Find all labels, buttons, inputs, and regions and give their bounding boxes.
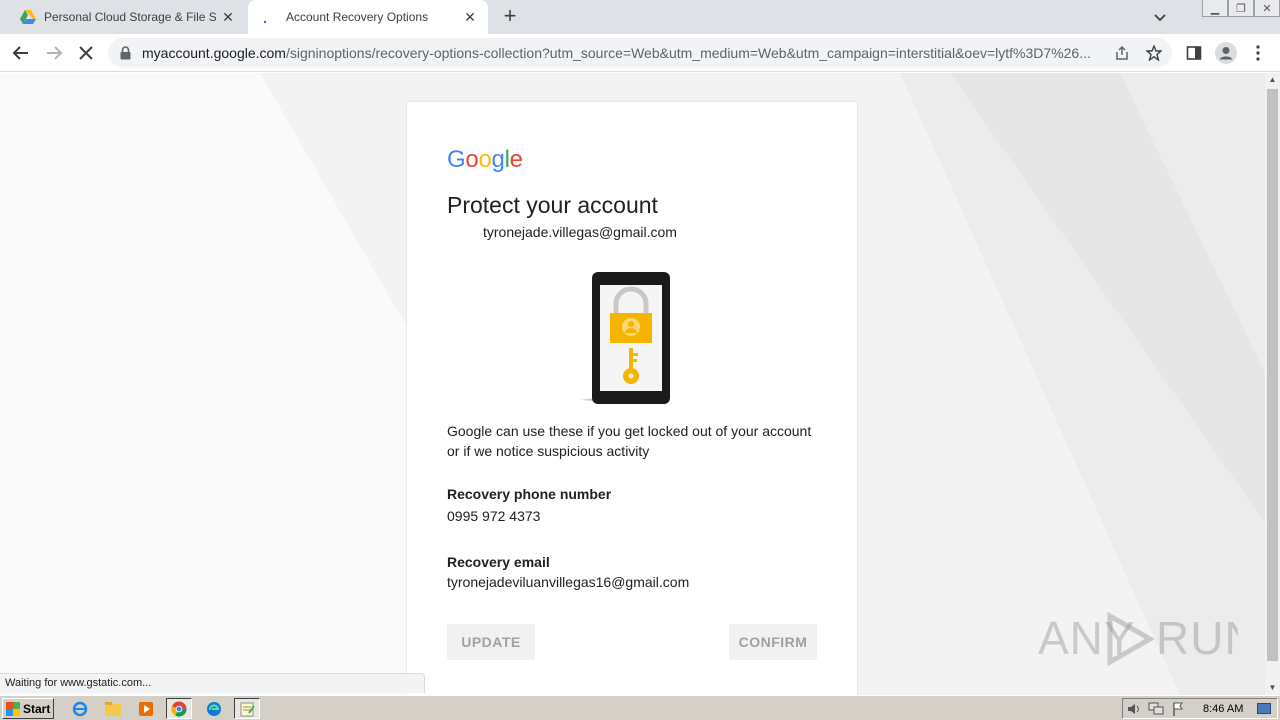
scroll-down-arrow-icon[interactable]: ▼ [1265, 681, 1280, 695]
start-button[interactable]: Start [2, 698, 54, 719]
stop-loading-icon[interactable] [74, 41, 98, 65]
recovery-email-value: tyronejadeviluanvillegas16@gmail.com [447, 574, 690, 590]
internet-explorer-icon[interactable] [67, 698, 93, 719]
url-text: myaccount.google.com/signinoptions/recov… [142, 45, 1102, 61]
show-desktop-icon[interactable] [1253, 701, 1275, 717]
logo-letter: G [447, 146, 466, 173]
logo-letter: o [478, 146, 492, 173]
vertical-scrollbar[interactable]: ▲ ▼ [1265, 73, 1280, 695]
browser-status-bar: Waiting for www.gstatic.com... [0, 673, 425, 693]
windows-logo-icon [6, 701, 20, 716]
close-window-button[interactable]: ✕ [1254, 0, 1280, 17]
profile-avatar-icon[interactable] [1214, 41, 1238, 65]
loading-spinner-icon [262, 9, 278, 25]
logo-letter: e [509, 146, 523, 173]
forward-arrow-icon[interactable] [42, 41, 66, 65]
start-label: Start [23, 701, 51, 716]
page-title: Protect your account [447, 192, 658, 218]
anyrun-watermark: ANY RUN [1038, 606, 1238, 672]
clock: 8:46 AM [1203, 702, 1244, 715]
scroll-up-arrow-icon[interactable]: ▲ [1265, 73, 1280, 87]
google-drive-icon [20, 9, 36, 25]
side-panel-icon[interactable] [1182, 41, 1206, 65]
minimize-button[interactable]: ▁ [1202, 0, 1228, 17]
recovery-phone-value: 0995 972 4373 [447, 508, 541, 524]
tab-search-chevron-icon[interactable] [1150, 8, 1170, 28]
url-domain: myaccount.google.com [142, 45, 286, 61]
volume-icon[interactable] [1123, 701, 1145, 717]
media-player-icon[interactable] [133, 698, 159, 719]
share-icon[interactable] [1110, 41, 1134, 65]
recovery-phone-label: Recovery phone number [447, 486, 612, 502]
update-button[interactable]: UPDATE [447, 624, 535, 660]
tab-account-recovery-options[interactable]: Account Recovery Options ✕ [248, 0, 488, 34]
google-logo: Google [447, 146, 523, 174]
scroll-thumb[interactable] [1267, 89, 1278, 661]
recovery-description: Google can use these if you get locked o… [447, 423, 812, 459]
browser-toolbar: myaccount.google.com/signinoptions/recov… [0, 34, 1280, 72]
url-path: /signinoptions/recovery-options-collecti… [285, 45, 1091, 61]
account-email: tyronejade.villegas@gmail.com [483, 224, 677, 240]
svg-text:RUN: RUN [1156, 612, 1238, 664]
window-controls: ▁ ❐ ✕ [1202, 0, 1280, 18]
action-center-flag-icon[interactable] [1167, 701, 1189, 717]
notepad-icon[interactable] [234, 698, 260, 719]
recovery-email-label: Recovery email [447, 554, 550, 570]
file-explorer-icon[interactable] [100, 698, 126, 719]
confirm-button[interactable]: CONFIRM [729, 624, 817, 660]
phone-lock-illustration-icon [580, 272, 670, 404]
close-tab-icon[interactable]: ✕ [458, 5, 482, 29]
lock-icon[interactable] [120, 46, 134, 60]
system-tray: 8:46 AM [1122, 698, 1278, 719]
back-arrow-icon[interactable] [9, 41, 33, 65]
new-tab-button[interactable]: + [498, 5, 522, 29]
edge-icon[interactable] [201, 698, 227, 719]
page-viewport: Google Protect your account tyronejade.v… [0, 73, 1265, 695]
tab-title: Account Recovery Options [286, 10, 429, 24]
network-icon[interactable] [1145, 701, 1167, 717]
tab-personal-cloud-storage[interactable]: Personal Cloud Storage & File Sharing ✕ [8, 0, 246, 34]
recovery-options-card: Google Protect your account tyronejade.v… [407, 102, 857, 695]
close-tab-icon[interactable]: ✕ [216, 5, 240, 29]
logo-letter: o [465, 146, 479, 173]
logo-letter: g [491, 146, 505, 173]
tab-strip: Personal Cloud Storage & File Sharing ✕ … [0, 0, 1280, 34]
menu-kebab-icon[interactable] [1246, 41, 1270, 65]
bookmark-star-icon[interactable] [1142, 41, 1166, 65]
windows-taskbar: Start 8:46 AM [0, 695, 1280, 720]
tab-title: Personal Cloud Storage & File Sharing [44, 10, 216, 24]
restore-button[interactable]: ❐ [1228, 0, 1254, 17]
address-bar[interactable]: myaccount.google.com/signinoptions/recov… [108, 38, 1172, 68]
chrome-taskbar-icon[interactable] [166, 698, 192, 719]
